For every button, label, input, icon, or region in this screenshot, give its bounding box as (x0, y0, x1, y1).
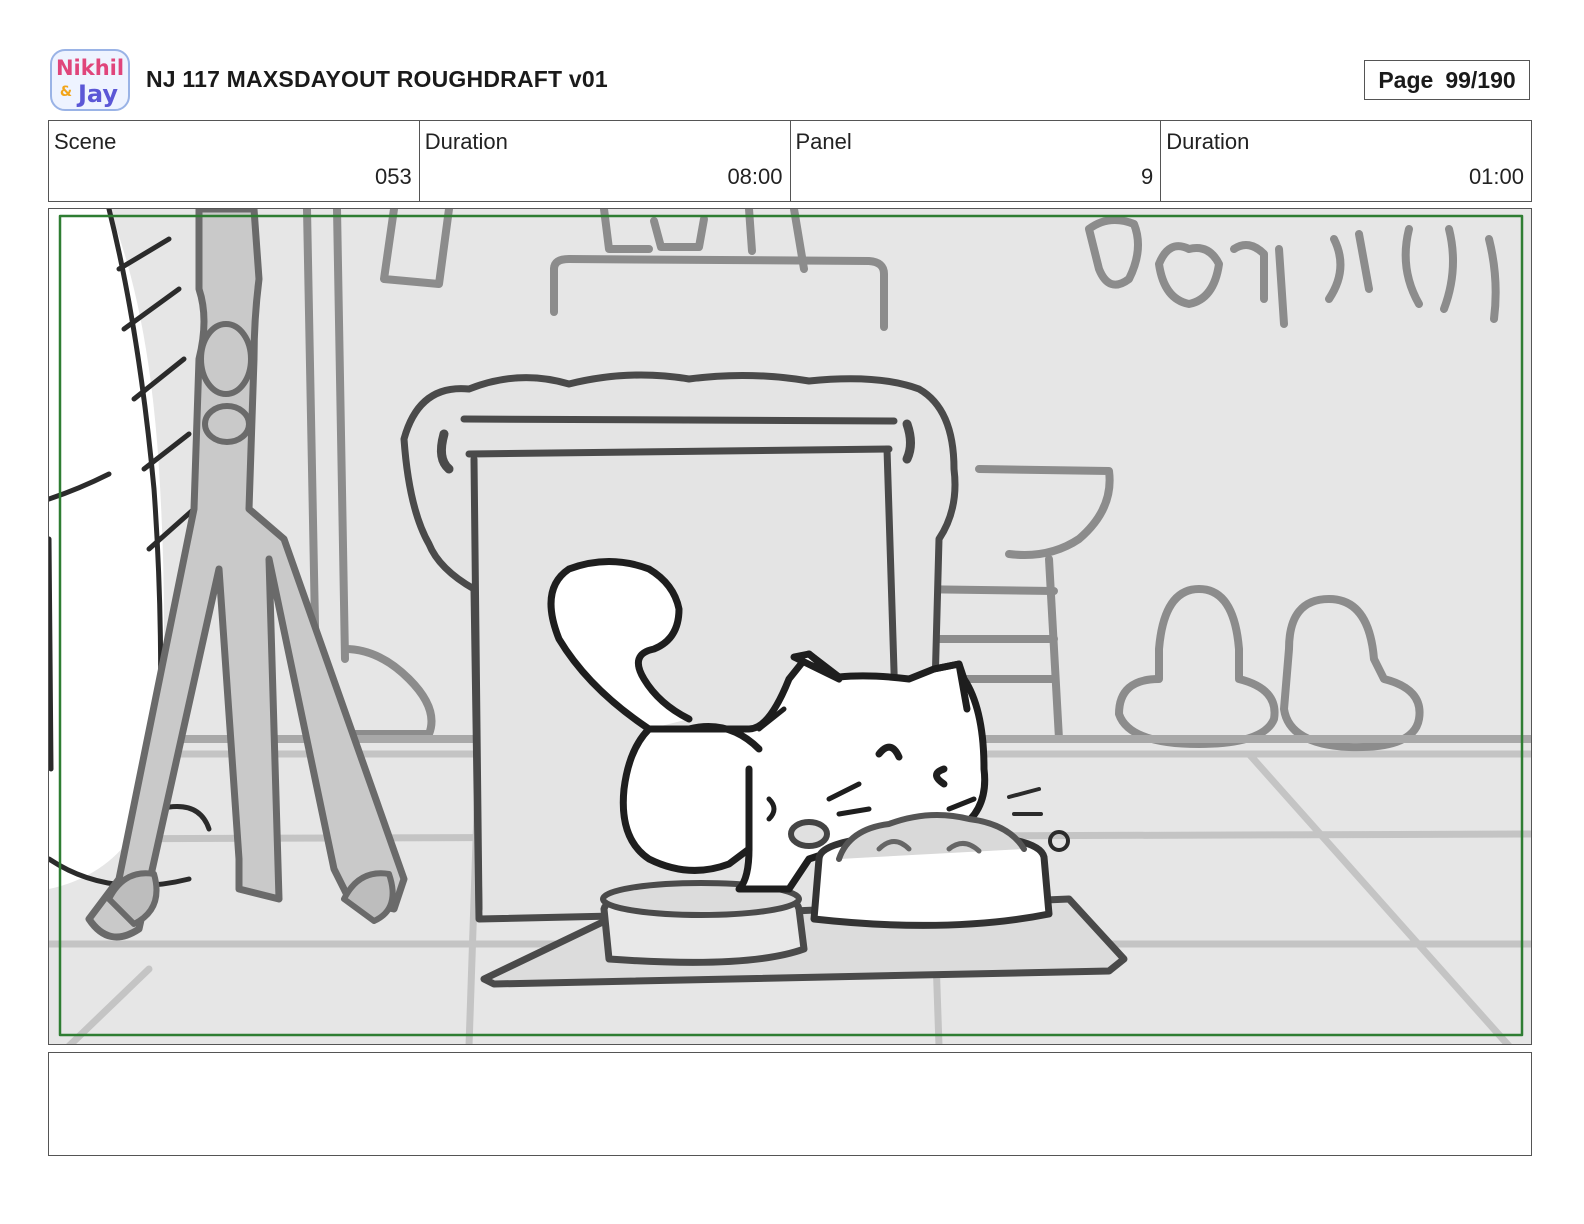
scene-duration-value: 08:00 (727, 164, 783, 189)
scene-value: 053 (375, 164, 412, 189)
shot-info-row: Scene 053 Duration 08:00 Panel 9 Duratio… (48, 120, 1532, 202)
panel-notes-box (48, 1052, 1532, 1156)
storyboard-panel (48, 208, 1532, 1045)
document-title: NJ 117 MAXSDAYOUT ROUGHDRAFT v01 (146, 66, 608, 92)
panel-cell: Panel 9 (791, 121, 1162, 201)
scene-duration-cell: Duration 08:00 (420, 121, 791, 201)
panel-sketch (49, 209, 1531, 1044)
scene-cell: Scene 053 (49, 121, 420, 201)
page-number: 99/190 (1445, 66, 1516, 93)
panel-duration-label: Duration (1166, 129, 1250, 154)
svg-text:Nikhil: Nikhil (56, 56, 124, 80)
show-logo: Nikhil & Jay (50, 48, 130, 112)
panel-duration-cell: Duration 01:00 (1161, 121, 1531, 201)
page-label: Page (1378, 66, 1434, 93)
scene-duration-label: Duration (424, 129, 508, 154)
svg-text:&: & (60, 84, 72, 100)
svg-text:Jay: Jay (76, 80, 118, 108)
panel-value: 9 (1141, 164, 1154, 189)
scene-label: Scene (54, 129, 117, 154)
panel-label: Panel (795, 129, 852, 154)
panel-duration-value: 01:00 (1468, 164, 1524, 189)
page-indicator: Page 99/190 (1364, 60, 1530, 100)
